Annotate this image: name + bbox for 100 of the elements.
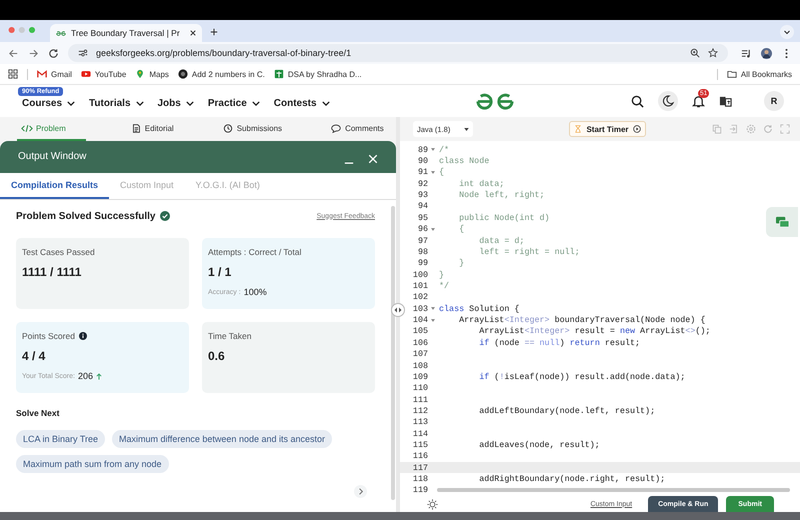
code-line: class Solution { xyxy=(438,304,520,314)
play-icon xyxy=(80,69,91,79)
card-title: Attempts : Correct / Total xyxy=(208,247,302,257)
line-number: 103 xyxy=(412,304,428,314)
card-value: 4 / 4 xyxy=(22,349,46,363)
bookmark[interactable]: DSA by Shradha D... xyxy=(274,69,362,79)
site-info-icon[interactable] xyxy=(78,48,88,58)
translate-icon[interactable] xyxy=(719,94,732,108)
dark-mode-icon[interactable] xyxy=(658,91,678,111)
output-tab[interactable]: Compilation Results xyxy=(0,173,110,199)
media-icon[interactable] xyxy=(741,48,752,58)
reload-icon[interactable] xyxy=(48,48,59,58)
code-line: left = right = null; xyxy=(478,246,580,257)
sheet-icon xyxy=(274,69,284,79)
line-number: 106 xyxy=(412,338,428,348)
line-number: 104 xyxy=(412,315,428,326)
code-line: } xyxy=(458,258,464,268)
problem-chip[interactable]: Maximum path sum from any node xyxy=(16,455,169,473)
bell-icon[interactable] xyxy=(692,94,705,108)
nav-menu[interactable]: Contests xyxy=(274,98,330,108)
window-title: Output Window xyxy=(18,150,86,162)
play-icon xyxy=(632,125,641,133)
code-line: if (!isLeaf(node)) result.add(node.data); xyxy=(478,372,686,382)
code-line: data = d; xyxy=(478,236,524,246)
problem-chip[interactable]: Maximum difference between node and its ancestor xyxy=(112,430,332,448)
nav-menu[interactable]: Tutorials xyxy=(89,98,144,108)
code-line: public Node(int d) xyxy=(458,212,550,223)
chevron-icon xyxy=(322,100,330,106)
folder-icon xyxy=(726,69,737,79)
code-line: addLeftBoundary(node.left, result); xyxy=(478,406,656,416)
caret-icon xyxy=(464,128,469,130)
logo-icon xyxy=(56,30,66,36)
bookmark[interactable]: YouTube xyxy=(80,69,126,79)
fold-icon[interactable] xyxy=(430,170,434,174)
problem-tab[interactable]: Submissions xyxy=(218,117,286,141)
bookmark[interactable]: Gmail xyxy=(37,69,72,79)
next-icon[interactable] xyxy=(354,485,367,498)
line-number: 101 xyxy=(412,280,428,291)
line-number: 90 xyxy=(418,156,428,166)
fold-icon[interactable] xyxy=(430,307,434,310)
problem-tab[interactable]: Comments xyxy=(326,117,388,141)
tab-list-icon[interactable] xyxy=(780,25,794,39)
line-number: 109 xyxy=(412,372,428,382)
line-number: 96 xyxy=(418,224,428,234)
logo[interactable] xyxy=(476,92,514,110)
fold-icon[interactable] xyxy=(430,228,434,231)
nav-menu[interactable]: Practice xyxy=(208,98,260,108)
line-number: 93 xyxy=(418,190,428,200)
line-number: 91 xyxy=(418,167,428,178)
new-tab-icon[interactable] xyxy=(210,28,218,36)
chevron-icon xyxy=(136,100,144,106)
line-number: 107 xyxy=(412,349,428,360)
forward-icon[interactable] xyxy=(28,48,39,58)
line-number: 112 xyxy=(412,406,428,416)
line-number: 105 xyxy=(412,326,428,336)
dark-circle-icon xyxy=(178,69,188,79)
start-timer-button[interactable]: Start Timer xyxy=(569,121,646,137)
code-line: */ xyxy=(438,280,450,291)
profile-avatar[interactable] xyxy=(761,48,772,58)
fold-icon[interactable] xyxy=(430,318,434,322)
zoom-icon[interactable] xyxy=(690,48,700,58)
card-title: Points Scored xyxy=(22,331,75,341)
back-icon[interactable] xyxy=(8,48,19,58)
note-value: 100% xyxy=(244,287,267,297)
all-bookmarks-button[interactable]: All Bookmarks xyxy=(726,69,792,79)
browser-tab[interactable]: Tree Boundary Traversal | Pr xyxy=(50,24,202,42)
bookmark[interactable]: Add 2 numbers in C. xyxy=(178,69,265,79)
code-line: if (node == null) return result; xyxy=(478,338,640,348)
line-number: 102 xyxy=(412,292,428,302)
problem-tab[interactable]: Editorial xyxy=(126,117,178,141)
problem-chip[interactable]: LCA in Binary Tree xyxy=(16,430,106,448)
info-icon[interactable] xyxy=(78,332,87,340)
line-number: 100 xyxy=(412,270,428,280)
star-icon[interactable] xyxy=(708,48,718,58)
line-number: 113 xyxy=(412,417,428,428)
nav-menu[interactable]: Courses xyxy=(22,98,76,108)
light-theme-icon[interactable] xyxy=(427,498,438,510)
map-pin-icon xyxy=(135,69,146,79)
code-line: Node left, right; xyxy=(458,190,545,200)
code-line: } xyxy=(438,270,444,280)
scrollbar[interactable] xyxy=(437,488,790,492)
code-line: addLeaves(node, result); xyxy=(478,440,600,450)
address-bar[interactable]: geeksforgeeks.org/problems/boundary-traversal-of-binary-tree/1 xyxy=(68,44,728,62)
line-number: 114 xyxy=(412,428,428,439)
card-value: 0.6 xyxy=(208,349,226,363)
user-avatar[interactable]: R xyxy=(764,91,784,111)
card-value: 1111 / 1111 xyxy=(22,265,82,279)
code-line: { xyxy=(438,167,444,178)
bookmark[interactable]: Maps xyxy=(135,69,169,79)
nav-menu[interactable]: Jobs xyxy=(158,98,194,108)
search-icon[interactable] xyxy=(631,94,644,108)
line-number: 116 xyxy=(412,451,428,462)
apps-icon[interactable] xyxy=(8,69,18,79)
chevron-icon xyxy=(252,100,260,106)
fold-icon[interactable] xyxy=(430,148,434,152)
close-icon[interactable] xyxy=(190,30,196,36)
line-number: 115 xyxy=(412,440,428,450)
chat-button[interactable] xyxy=(766,207,798,237)
card-value: 1 / 1 xyxy=(208,265,232,279)
line-number: 89 xyxy=(418,144,428,155)
